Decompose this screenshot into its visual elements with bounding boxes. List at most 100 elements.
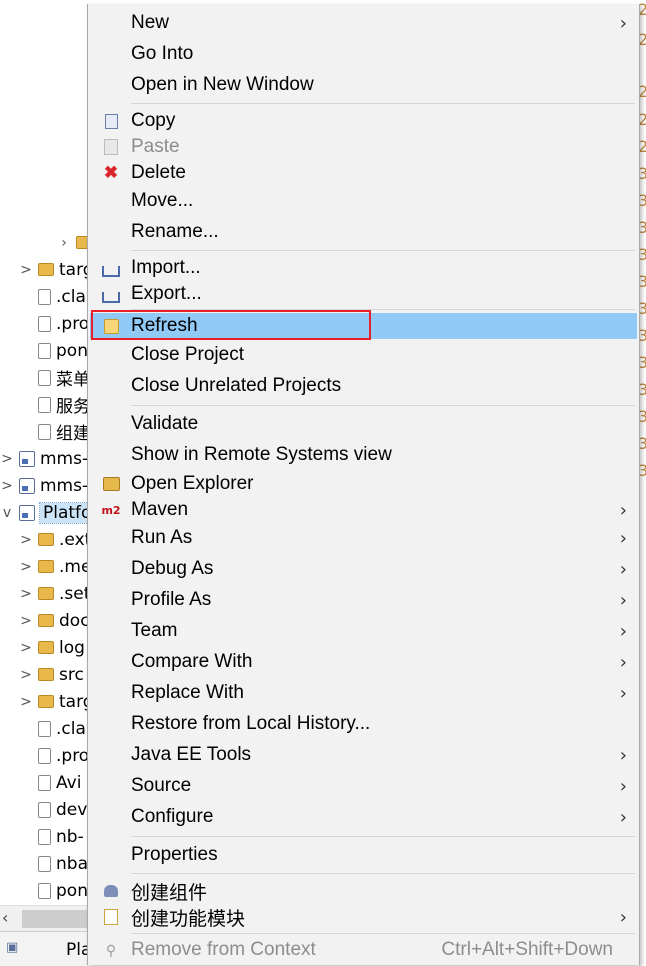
menu-item-open-in-new-window[interactable]: Open in New Window [90,71,637,99]
menu-item-compare-with[interactable]: Compare With › [90,648,637,676]
menu-item-close-unrelated-projects[interactable]: Close Unrelated Projects [90,372,637,400]
maven-icon: m2 [101,501,121,519]
menu-item-source[interactable]: Source › [90,772,637,800]
tree-row[interactable]: 菜单 [20,364,90,391]
chevron-right-icon[interactable]: > [20,586,32,602]
menu-item-paste[interactable]: Paste [90,133,637,161]
tree-row-project-selected[interactable]: v Platfo [1,499,96,526]
menu-item-import[interactable]: Import... [90,254,637,282]
tree-row[interactable]: > .me [20,553,91,580]
tree-row-project[interactable]: > mms- [1,472,88,499]
tree-row[interactable]: 组建 [20,418,90,445]
chevron-right-icon[interactable]: › [58,235,70,251]
tree-row-label: .set [59,583,91,604]
menu-item-run-as[interactable]: Run As › [90,524,637,552]
tree-row[interactable]: > .ext [20,526,91,553]
tree-row[interactable]: > targ [20,688,93,715]
menu-item-debug-as[interactable]: Debug As › [90,555,637,583]
menu-item-label: Refresh [131,315,198,336]
menu-item-label: Rename... [131,221,219,242]
submenu-arrow-icon: › [619,499,627,521]
menu-item-label: 创建功能模块 [131,908,246,930]
chevron-right-icon[interactable]: > [20,613,32,629]
maven-icon-text: m2 [101,503,121,517]
menu-item-java-ee-tools[interactable]: Java EE Tools › [90,741,637,769]
menu-item-label: Paste [131,136,180,157]
chevron-right-icon[interactable]: > [20,559,32,575]
menu-item-export[interactable]: Export... [90,280,637,308]
menu-item-maven[interactable]: m2 Maven › [90,496,637,524]
menu-item-new[interactable]: New › [90,9,637,37]
tree-row[interactable]: .cla [20,715,86,742]
paste-icon [102,138,120,156]
chevron-right-icon[interactable]: > [20,640,32,656]
menu-item-team[interactable]: Team › [90,617,637,645]
tree-row-project[interactable]: > mms- [1,445,88,472]
copy-icon [101,111,120,130]
menu-item-create-function-module[interactable]: 创建功能模块 › [90,903,637,931]
menu-item-copy[interactable]: Copy [90,107,637,135]
menu-item-delete[interactable]: ✖ Delete [90,159,637,187]
folder-icon [38,263,54,276]
menu-separator [131,405,635,406]
submenu-arrow-icon: › [619,558,627,580]
menu-item-label: Java EE Tools [131,744,252,765]
scrollbar-thumb[interactable] [22,910,88,928]
tree-row[interactable]: Avi [20,769,81,796]
tree-row[interactable]: .pro [20,310,89,337]
menu-item-refresh[interactable]: Refresh [90,313,637,339]
menu-item-label: Maven [131,499,189,520]
tree-row-label: 服务 [56,397,90,417]
menu-item-create-component[interactable]: 创建组件 [90,877,637,905]
chevron-right-icon[interactable]: > [20,667,32,683]
menu-separator [131,309,635,310]
menu-item-configure[interactable]: Configure › [90,803,637,831]
tree-row[interactable]: .pro [20,742,89,769]
tree-row[interactable]: dev [20,796,87,823]
tree-row[interactable]: nb- [20,823,84,850]
chevron-right-icon[interactable]: > [20,532,32,548]
file-icon [38,774,51,791]
menu-item-go-into[interactable]: Go Into [90,40,637,68]
tree-row[interactable]: > src [20,661,84,688]
tree-row[interactable]: pon [20,337,88,364]
menu-item-label: Run As [131,527,193,548]
tree-row-label: .cla [56,286,86,307]
tree-row[interactable]: > doc [20,607,89,634]
menu-item-move[interactable]: Move... [90,187,637,215]
tree-row[interactable]: pon [20,877,88,904]
tree-row-label: nb- [56,826,84,847]
chevron-right-icon[interactable]: > [1,451,13,467]
tree-row[interactable]: > log [20,634,85,661]
file-icon [38,315,51,332]
scroll-left-arrow-icon[interactable]: ‹ [2,908,8,927]
tree-row[interactable]: 服务 [20,391,90,418]
tree-row-label: .pro [56,745,90,766]
menu-item-profile-as[interactable]: Profile As › [90,586,637,614]
chevron-right-icon[interactable]: > [20,694,32,710]
tree-row[interactable]: nba [20,850,88,877]
tree-row[interactable]: > targ [20,256,93,283]
horizontal-scrollbar[interactable]: ‹ [0,905,88,932]
menu-item-replace-with[interactable]: Replace With › [90,679,637,707]
menu-item-rename[interactable]: Rename... [90,218,637,246]
menu-item-restore-from-local-history[interactable]: Restore from Local History... [90,710,637,738]
tree-row[interactable]: .cla [20,283,86,310]
chevron-right-icon[interactable]: > [1,478,13,494]
menu-item-remove-from-context[interactable]: ⚲ Remove from Context Ctrl+Alt+Shift+Dow… [90,936,637,964]
menu-item-properties[interactable]: Properties [90,841,637,869]
tree-row[interactable]: > .set [20,580,90,607]
maven-project-icon [19,450,35,467]
bottom-panel-tab[interactable]: ▣ Pla [0,931,91,966]
chevron-right-icon[interactable]: > [20,262,32,278]
chevron-down-icon[interactable]: v [1,505,13,521]
menu-item-open-explorer[interactable]: Open Explorer [90,470,637,498]
export-icon [102,285,120,303]
tree-row-label: pon [56,880,88,901]
submenu-arrow-icon: › [619,12,627,34]
menu-item-show-in-remote-systems[interactable]: Show in Remote Systems view [90,441,637,469]
menu-item-label: Team [131,620,178,641]
menu-item-validate[interactable]: Validate [90,410,637,438]
menu-separator [131,250,635,251]
menu-item-close-project[interactable]: Close Project [90,341,637,369]
